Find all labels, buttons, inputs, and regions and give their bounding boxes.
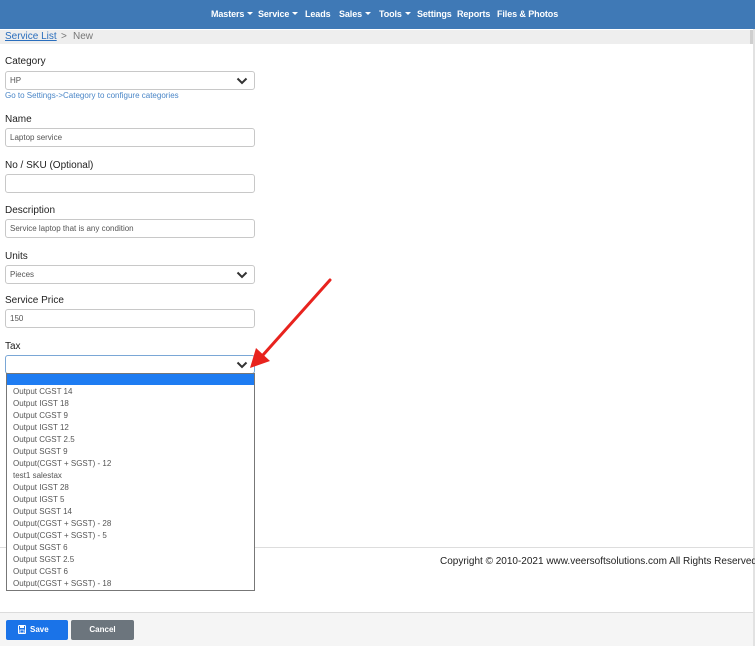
cancel-button[interactable]: Cancel (71, 620, 134, 640)
nav-masters[interactable]: Masters (211, 9, 254, 19)
save-button[interactable]: Save (6, 620, 68, 640)
tax-option[interactable]: Output(CGST + SGST) - 12 (13, 459, 111, 469)
tax-option[interactable]: Output(CGST + SGST) - 18 (13, 579, 111, 589)
units-select[interactable]: Pieces (5, 265, 255, 284)
category-settings-link[interactable]: Go to Settings->Category to configure ca… (5, 91, 179, 100)
tax-option[interactable]: Output CGST 14 (13, 387, 72, 397)
breadcrumb: Service List > New (0, 30, 750, 44)
copyright-text: Copyright © 2010-2021 www.veersoftsoluti… (440, 556, 755, 567)
chevron-down-icon (236, 361, 248, 369)
nav-leads[interactable]: Leads (305, 9, 331, 19)
tax-dropdown-list: Output CGST 14 Output IGST 18 Output CGS… (6, 373, 255, 591)
tax-option[interactable]: Output IGST 18 (13, 399, 69, 409)
sku-label: No / SKU (Optional) (5, 160, 94, 171)
service-price-label: Service Price (5, 295, 64, 306)
tax-option[interactable]: Output SGST 9 (13, 447, 68, 457)
service-price-input[interactable]: 150 (5, 309, 255, 328)
name-input[interactable]: Laptop service (5, 128, 255, 147)
tax-option[interactable]: Output(CGST + SGST) - 28 (13, 519, 111, 529)
caret-down-icon (292, 12, 299, 15)
tax-option[interactable]: Output SGST 14 (13, 507, 72, 517)
tax-option[interactable]: Output SGST 6 (13, 543, 68, 553)
tax-option[interactable]: Output(CGST + SGST) - 5 (13, 531, 107, 541)
caret-down-icon (404, 12, 411, 15)
description-label: Description (5, 205, 56, 216)
tax-option[interactable]: Output CGST 2.5 (13, 435, 75, 445)
nav-service[interactable]: Service (258, 9, 299, 19)
tax-label: Tax (5, 341, 21, 352)
nav-settings[interactable]: Settings (417, 9, 452, 19)
breadcrumb-separator: > (61, 31, 67, 42)
chevron-down-icon (236, 77, 248, 85)
floppy-disk-icon (18, 625, 26, 634)
tax-option[interactable]: test1 salestax (13, 471, 62, 481)
breadcrumb-service-list-link[interactable]: Service List (5, 31, 57, 42)
description-input[interactable]: Service laptop that is any condition (5, 219, 255, 238)
tax-option[interactable]: Output SGST 2.5 (13, 555, 74, 565)
tax-option[interactable]: Output IGST 28 (13, 483, 69, 493)
category-select-value: HP (10, 76, 22, 85)
tax-option[interactable]: Output CGST 9 (13, 411, 68, 421)
category-select[interactable]: HP (5, 71, 255, 90)
tax-option[interactable]: Output CGST 6 (13, 567, 68, 577)
nav-sales[interactable]: Sales (339, 9, 372, 19)
units-select-value: Pieces (10, 270, 35, 279)
caret-down-icon (247, 12, 254, 15)
tax-select[interactable] (5, 355, 255, 374)
name-label: Name (5, 114, 32, 125)
tax-option[interactable]: Output IGST 5 (13, 495, 64, 505)
nav-reports[interactable]: Reports (457, 9, 490, 19)
units-label: Units (5, 251, 28, 262)
chevron-down-icon (236, 271, 248, 279)
breadcrumb-current: New (73, 31, 94, 42)
nav-files-photos[interactable]: Files & Photos (497, 9, 558, 19)
top-navbar: Masters Service Leads Sales Tools Settin… (0, 0, 755, 29)
category-label: Category (5, 56, 46, 67)
sku-input[interactable] (5, 174, 255, 193)
caret-down-icon (365, 12, 372, 15)
tax-option[interactable]: Output IGST 12 (13, 423, 69, 433)
nav-tools[interactable]: Tools (379, 9, 411, 19)
tax-option-empty-selected[interactable] (7, 374, 254, 385)
